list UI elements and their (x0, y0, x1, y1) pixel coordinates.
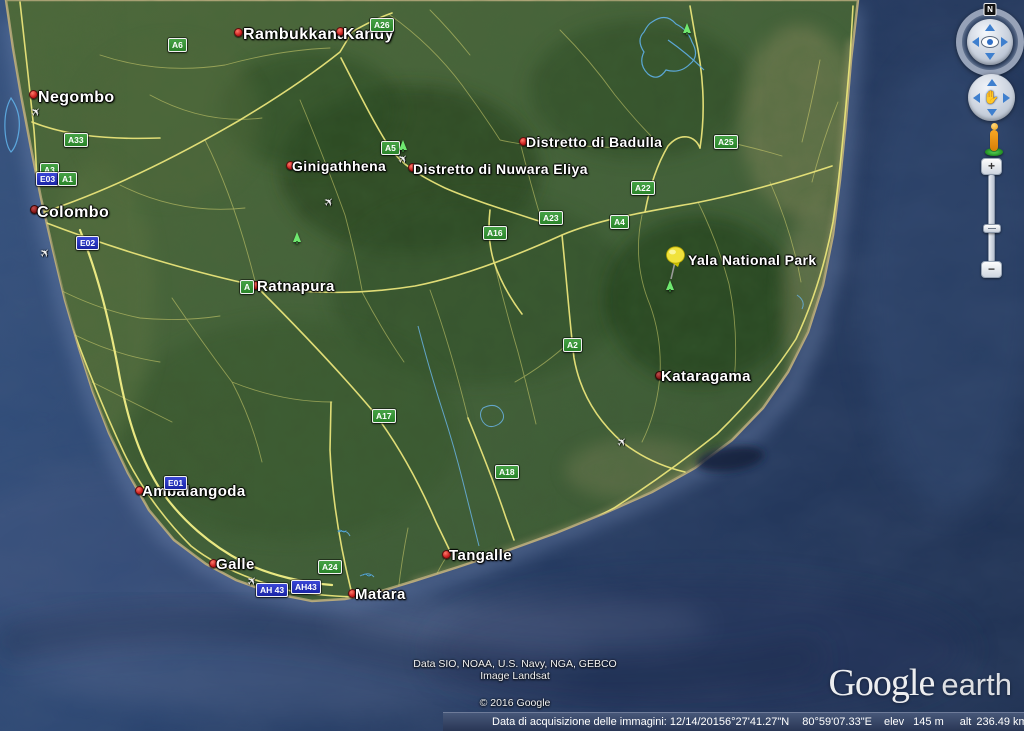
road-badge: E01 (164, 476, 187, 490)
zoom-in-button[interactable]: + (981, 158, 1002, 175)
map-label: Ambalangoda (142, 484, 246, 501)
look-joystick[interactable]: N (956, 8, 1024, 76)
status-bar: Data di acquisizione delle immagini: 12/… (443, 712, 1024, 731)
road-badge: A2 (563, 338, 582, 352)
map-label: Galle (216, 557, 255, 574)
map-label: Distretto di Nuwara Eliya (413, 162, 588, 177)
place-marker-dot[interactable] (29, 90, 38, 99)
map-label: Colombo (37, 204, 109, 222)
road-badge: E02 (76, 236, 99, 250)
altitude-label: alt (960, 716, 972, 728)
move-down-arrow-icon[interactable] (987, 109, 997, 116)
map-overlays: RambukkanaKandyNegomboColomboGinigathhen… (0, 0, 1024, 731)
tree-icon (683, 23, 691, 33)
hand-icon: ✋ (983, 89, 999, 105)
look-up-arrow-icon[interactable] (985, 24, 995, 31)
road-badge: A25 (714, 135, 738, 149)
move-left-arrow-icon[interactable] (973, 93, 980, 103)
zoom-control: + − (980, 158, 1004, 280)
airplane-icon: ✈ (321, 194, 337, 210)
pegman-body (990, 130, 998, 151)
latitude-readout: 6°27'41.27"N (725, 716, 789, 728)
look-right-arrow-icon[interactable] (1001, 37, 1008, 47)
map-label: Ratnapura (257, 279, 335, 296)
tree-icon (399, 140, 407, 150)
map-label: Matara (355, 587, 406, 604)
road-badge: A16 (483, 226, 507, 240)
eye-icon (981, 36, 999, 48)
google-earth-window: RambukkanaKandyNegomboColomboGinigathhen… (0, 0, 1024, 731)
logo-google: Google (828, 662, 934, 704)
move-right-arrow-icon[interactable] (1003, 93, 1010, 103)
move-joystick[interactable]: ✋ (968, 74, 1015, 121)
water-icon: 〜 (337, 528, 347, 538)
road-badge: A4 (610, 215, 629, 229)
map-label: Distretto di Badulla (526, 135, 662, 150)
water-icon: 〜 (362, 572, 372, 582)
elevation-label: elev (884, 716, 904, 728)
look-joystick-inner[interactable] (967, 19, 1013, 65)
road-badge: E03 (36, 172, 59, 186)
altitude-value: 236.49 km (976, 716, 1024, 728)
road-badge: A (240, 280, 254, 294)
north-indicator[interactable]: N (984, 3, 997, 16)
logo-earth: earth (941, 667, 1012, 702)
road-badge: A24 (318, 560, 342, 574)
road-badge: A33 (64, 133, 88, 147)
map-label: Yala National Park (688, 253, 817, 268)
airplane-icon: ✈ (37, 245, 53, 261)
road-badge: A5 (381, 141, 400, 155)
road-badge: A17 (372, 409, 396, 423)
map-label: Tangalle (449, 548, 512, 565)
tree-icon (293, 232, 301, 242)
zoom-slider-track[interactable] (988, 174, 995, 263)
zoom-out-button[interactable]: − (981, 261, 1002, 278)
pegman-head (991, 123, 998, 130)
road-badge: A23 (539, 211, 563, 225)
copyright-text: © 2016 Google (350, 697, 680, 709)
airplane-icon: ✈ (614, 434, 630, 450)
road-badge: A1 (58, 172, 77, 186)
road-badge: A6 (168, 38, 187, 52)
attribution-line2: Image Landsat (350, 670, 680, 682)
elevation-value: 145 m (913, 716, 944, 728)
move-up-arrow-icon[interactable] (987, 79, 997, 86)
look-left-arrow-icon[interactable] (972, 37, 979, 47)
road-badge: AH 43 (256, 583, 288, 597)
road-badge: A22 (631, 181, 655, 195)
road-badge: AH43 (291, 580, 321, 594)
road-badge: A18 (495, 465, 519, 479)
pegman-street-view[interactable] (983, 122, 1005, 156)
map-label: Ginigathhena (292, 159, 386, 174)
zoom-slider-handle[interactable] (983, 224, 1001, 233)
map-label: Negombo (38, 89, 115, 107)
map-label: Rambukkana (243, 26, 347, 44)
google-earth-logo: Googleearth (828, 661, 1012, 705)
look-down-arrow-icon[interactable] (985, 53, 995, 60)
imagery-date: Data di acquisizione delle immagini: 12/… (492, 716, 725, 728)
map-attribution: Data SIO, NOAA, U.S. Navy, NGA, GEBCO Im… (350, 658, 680, 709)
place-marker-dot[interactable] (234, 28, 243, 37)
map-label: Kataragama (661, 369, 751, 386)
attribution-line1: Data SIO, NOAA, U.S. Navy, NGA, GEBCO (350, 658, 680, 670)
longitude-readout: 80°59'07.33"E (802, 716, 872, 728)
yala-pushpin-icon[interactable] (659, 246, 689, 282)
road-badge: A26 (370, 18, 394, 32)
